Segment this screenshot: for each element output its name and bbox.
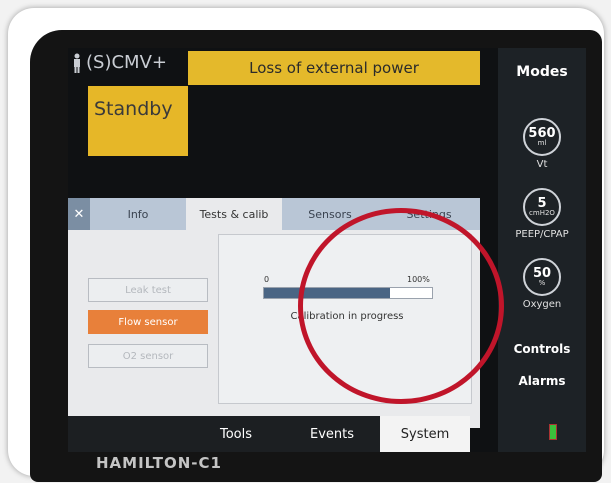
person-icon bbox=[74, 53, 80, 73]
vt-label: Vt bbox=[536, 159, 548, 170]
progress-min-label: 0 bbox=[264, 275, 270, 284]
peep-param[interactable]: 5 cmH2O PEEP/CPAP bbox=[498, 188, 586, 240]
tab-tools[interactable]: Tools bbox=[188, 416, 284, 452]
tab-info[interactable]: Info bbox=[90, 198, 186, 230]
calibration-panel: 0 100% Calibration in progress bbox=[218, 234, 472, 404]
leak-test-button[interactable]: Leak test bbox=[88, 278, 208, 302]
peep-unit: cmH2O bbox=[529, 209, 555, 217]
oxygen-param[interactable]: 50 % Oxygen bbox=[498, 258, 586, 310]
ventilator-device: (S)CMV+ Loss of external power Standby M… bbox=[30, 30, 602, 482]
progress-fill bbox=[264, 288, 390, 298]
standby-button[interactable]: Standby bbox=[88, 86, 188, 156]
oxygen-unit: % bbox=[538, 279, 546, 287]
modes-button[interactable]: Modes bbox=[498, 64, 586, 80]
alarm-message-bar[interactable]: Loss of external power bbox=[188, 51, 480, 85]
tab-events[interactable]: Events bbox=[284, 416, 380, 452]
flow-sensor-button[interactable]: Flow sensor bbox=[88, 310, 208, 334]
close-icon[interactable]: ✕ bbox=[68, 198, 90, 230]
tab-system[interactable]: System bbox=[380, 416, 470, 452]
battery-icon bbox=[549, 424, 557, 440]
ventilator-screen: (S)CMV+ Loss of external power Standby M… bbox=[68, 48, 586, 452]
controls-button[interactable]: Controls bbox=[498, 342, 586, 356]
mode-label: (S)CMV+ bbox=[86, 52, 167, 73]
brand-logo: HAMILTON-C1 bbox=[96, 454, 222, 472]
side-panel: Modes 560 ml Vt 5 cmH2O PEEP/CPAP 50 % O… bbox=[498, 48, 586, 452]
oxygen-dial: 50 % bbox=[523, 258, 561, 296]
progress-status: Calibration in progress bbox=[290, 311, 404, 322]
o2-sensor-button[interactable]: O2 sensor bbox=[88, 344, 208, 368]
system-dialog: ✕ Info Tests & calib Sensors Settings Le… bbox=[68, 198, 480, 428]
progress-max-label: 100% bbox=[407, 275, 430, 284]
alarm-text: Loss of external power bbox=[249, 59, 419, 77]
photo-frame: (S)CMV+ Loss of external power Standby M… bbox=[8, 8, 604, 482]
peep-dial: 5 cmH2O bbox=[523, 188, 561, 226]
tab-tests-calib[interactable]: Tests & calib bbox=[186, 198, 282, 230]
tab-settings[interactable]: Settings bbox=[378, 198, 480, 230]
standby-label: Standby bbox=[94, 98, 173, 120]
tab-sensors[interactable]: Sensors bbox=[282, 198, 378, 230]
alarms-button[interactable]: Alarms bbox=[498, 374, 586, 388]
peep-label: PEEP/CPAP bbox=[515, 229, 569, 240]
bottom-tabs: Tools Events System bbox=[68, 416, 480, 452]
dialog-tabs: ✕ Info Tests & calib Sensors Settings bbox=[68, 198, 480, 230]
mode-indicator[interactable]: (S)CMV+ bbox=[72, 52, 167, 73]
oxygen-label: Oxygen bbox=[522, 299, 562, 310]
bottom-tab-blank[interactable] bbox=[68, 416, 188, 452]
vt-param[interactable]: 560 ml Vt bbox=[498, 118, 586, 170]
vt-dial: 560 ml bbox=[523, 118, 561, 156]
vt-unit: ml bbox=[537, 139, 547, 147]
progress-bar bbox=[263, 287, 433, 299]
